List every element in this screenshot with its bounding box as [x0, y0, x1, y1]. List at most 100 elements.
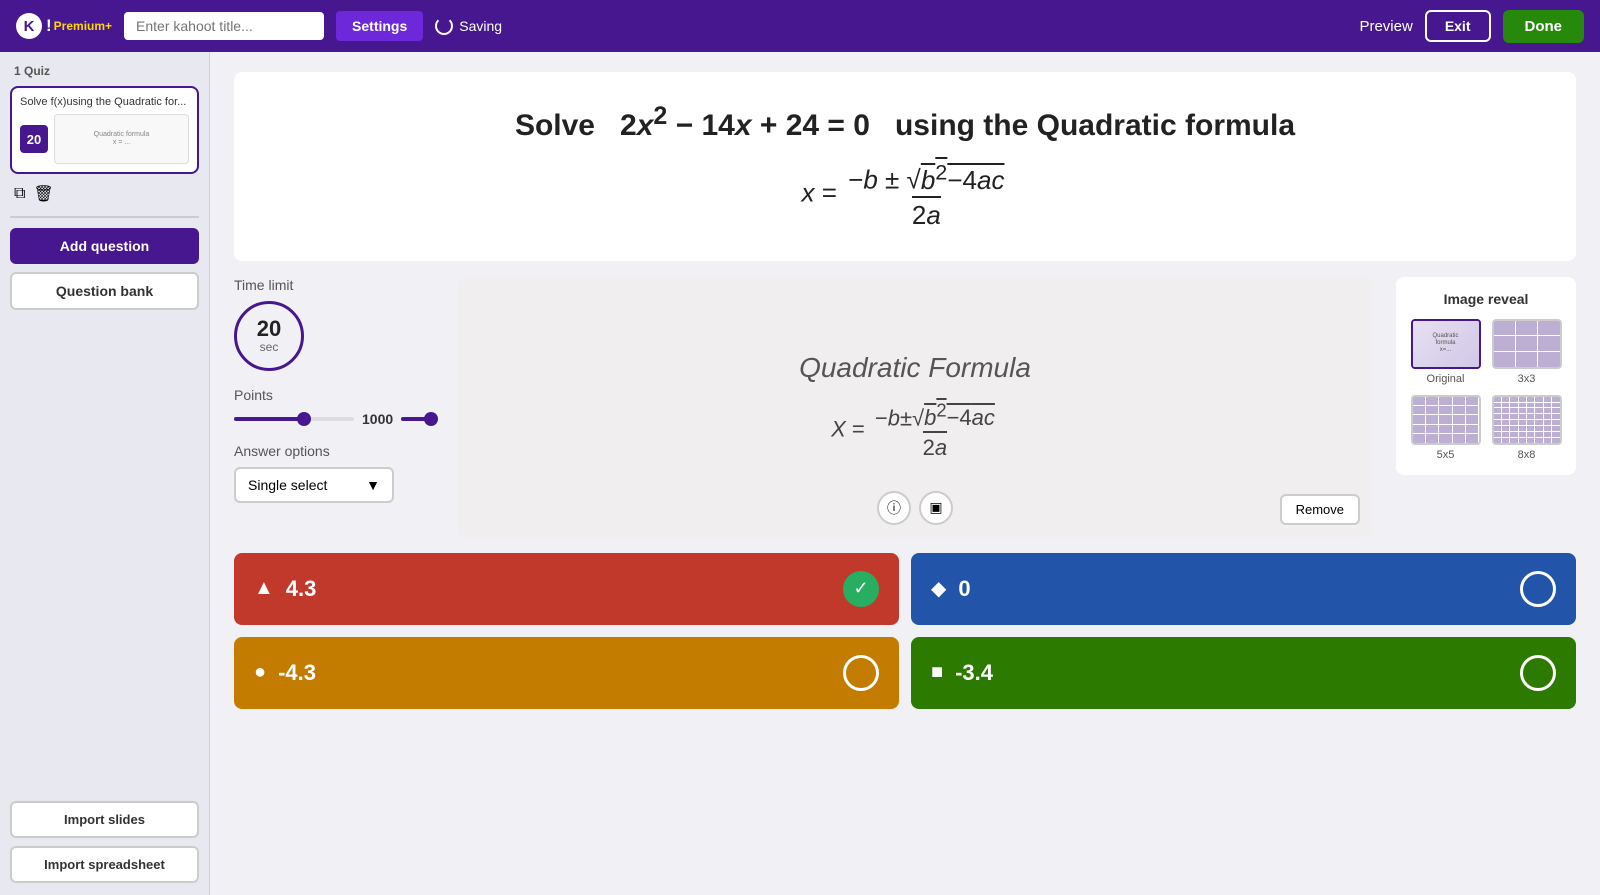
header-right: Preview Exit Done: [1359, 10, 1584, 43]
controls-left: Time limit 20 sec Points 1000: [234, 277, 434, 503]
sidebar-icon-row: ⧉ 🗑: [10, 182, 199, 206]
answer-card-4[interactable]: ■ -3.4: [911, 637, 1576, 709]
answer-check-2[interactable]: [1520, 571, 1556, 607]
reveal-option-3x3[interactable]: 3x3: [1491, 319, 1562, 385]
reveal-thumb-5x5: [1411, 395, 1481, 445]
logo-premium-label: Premium+: [54, 19, 112, 33]
points-group: Points 1000: [234, 387, 434, 427]
slider-track[interactable]: [234, 417, 354, 421]
import-slides-button[interactable]: Import slides: [10, 801, 199, 838]
reveal-option-8x8[interactable]: 8x8: [1491, 395, 1562, 461]
answer-text-1: 4.3: [286, 576, 317, 602]
logo-text: !: [46, 16, 52, 36]
reveal-8x8-grid: [1494, 397, 1560, 443]
image-controls: ⓘ ▣: [877, 491, 953, 525]
checkmark-icon: ✓: [853, 578, 868, 599]
import-spreadsheet-button[interactable]: Import spreadsheet: [10, 846, 199, 883]
question-text: Solve 2x2 − 14x + 24 = 0 using the Quadr…: [515, 102, 1295, 143]
quiz-label: 1 Quiz: [10, 64, 199, 78]
formula-text: x = −b ± √b2−4ac 2a: [802, 159, 1009, 231]
remove-button[interactable]: Remove: [1280, 494, 1360, 525]
formula-image-title: Quadratic Formula: [799, 352, 1031, 384]
answer-card-1[interactable]: ▲ 4.3 ✓: [234, 553, 899, 625]
answer-check-1[interactable]: ✓: [843, 571, 879, 607]
reveal-label-5x5: 5x5: [1437, 449, 1455, 461]
copy-icon[interactable]: ⧉: [14, 185, 25, 203]
controls-row: Time limit 20 sec Points 1000: [234, 277, 1576, 537]
answers-grid: ▲ 4.3 ✓ ◆ 0 ● -4.3: [234, 553, 1576, 709]
answer-left-2: ◆ 0: [931, 576, 971, 602]
reveal-5x5-grid: [1413, 397, 1479, 443]
points-label: Points: [234, 387, 434, 403]
triangle-icon: ▲: [254, 577, 274, 600]
answer-text-3: -4.3: [278, 660, 316, 686]
reveal-label-original: Original: [1427, 373, 1465, 385]
saving-spinner-icon: [435, 17, 453, 35]
saving-label: Saving: [459, 18, 502, 34]
answer-options-value: Single select: [248, 477, 327, 493]
circle-icon: ●: [254, 661, 266, 684]
answer-text-4: -3.4: [955, 660, 993, 686]
done-button[interactable]: Done: [1503, 10, 1585, 43]
reveal-label-3x3: 3x3: [1518, 373, 1536, 385]
logo: K ! Premium+: [16, 13, 112, 39]
reveal-thumb-original: Quadraticformulax=...: [1411, 319, 1481, 369]
slider-thumb[interactable]: [297, 412, 311, 426]
kahoot-title-input[interactable]: [124, 12, 324, 40]
answer-options-group: Answer options Single select ▼: [234, 443, 434, 503]
header: K ! Premium+ Settings Saving Preview Exi…: [0, 0, 1600, 52]
preview-link[interactable]: Preview: [1359, 18, 1412, 35]
time-circle[interactable]: 20 sec: [234, 301, 304, 371]
delete-icon[interactable]: 🗑: [33, 184, 53, 204]
sidebar-divider: [10, 216, 199, 218]
question-card-preview: 20 Quadratic formulax = ...: [20, 114, 189, 164]
formula-image: Quadratic Formula X = −b±√b2−4ac 2a: [799, 352, 1031, 461]
square-icon: ■: [931, 661, 943, 684]
answer-text-2: 0: [958, 576, 970, 602]
question-card-title: Solve f(x)using the Quadratic for...: [20, 96, 189, 108]
reveal-grid: Quadraticformulax=... Original: [1410, 319, 1562, 461]
image-reveal-panel: Image reveal Quadraticformulax=... Origi…: [1396, 277, 1576, 475]
slider-fill: [234, 417, 306, 421]
answer-card-3[interactable]: ● -4.3: [234, 637, 899, 709]
reveal-option-original[interactable]: Quadraticformulax=... Original: [1410, 319, 1481, 385]
card-thumbnail: Quadratic formulax = ...: [54, 114, 189, 164]
time-unit: sec: [260, 340, 279, 354]
exit-button[interactable]: Exit: [1425, 10, 1491, 42]
sidebar: 1 Quiz Solve f(x)using the Quadratic for…: [0, 52, 210, 895]
answer-check-4[interactable]: [1520, 655, 1556, 691]
question-card[interactable]: Solve f(x)using the Quadratic for... 20 …: [10, 86, 199, 174]
chevron-down-icon: ▼: [366, 477, 380, 493]
reveal-original-img: Quadraticformulax=...: [1413, 321, 1479, 367]
points-value: 1000: [362, 411, 393, 427]
settings-button[interactable]: Settings: [336, 11, 423, 41]
slider-track-right[interactable]: [401, 417, 431, 421]
answer-card-2[interactable]: ◆ 0: [911, 553, 1576, 625]
add-question-button[interactable]: Add question: [10, 228, 199, 264]
crop-icon-button[interactable]: ▣: [919, 491, 953, 525]
time-value: 20: [257, 318, 281, 340]
reveal-label-8x8: 8x8: [1518, 449, 1536, 461]
reveal-thumb-3x3: [1492, 319, 1562, 369]
question-bank-button[interactable]: Question bank: [10, 272, 199, 310]
info-icon-button[interactable]: ⓘ: [877, 491, 911, 525]
sidebar-bottom: Import slides Import spreadsheet: [10, 801, 199, 883]
answer-left-1: ▲ 4.3: [254, 576, 316, 602]
reveal-thumb-8x8: [1492, 395, 1562, 445]
slider-thumb-right[interactable]: [424, 412, 438, 426]
answer-check-3[interactable]: [843, 655, 879, 691]
answer-options-select[interactable]: Single select ▼: [234, 467, 394, 503]
answer-left-4: ■ -3.4: [931, 660, 993, 686]
answer-options-label: Answer options: [234, 443, 434, 459]
question-box: Solve 2x2 − 14x + 24 = 0 using the Quadr…: [234, 72, 1576, 261]
time-limit-label: Time limit: [234, 277, 434, 293]
answer-left-3: ● -4.3: [254, 660, 316, 686]
points-slider: 1000: [234, 411, 434, 427]
diamond-icon: ◆: [931, 576, 946, 601]
reveal-title: Image reveal: [1410, 291, 1562, 307]
saving-indicator: Saving: [435, 17, 502, 35]
reveal-option-5x5[interactable]: 5x5: [1410, 395, 1481, 461]
reveal-3x3-grid: [1494, 321, 1560, 367]
main-layout: 1 Quiz Solve f(x)using the Quadratic for…: [0, 52, 1600, 895]
time-limit-group: Time limit 20 sec: [234, 277, 434, 371]
